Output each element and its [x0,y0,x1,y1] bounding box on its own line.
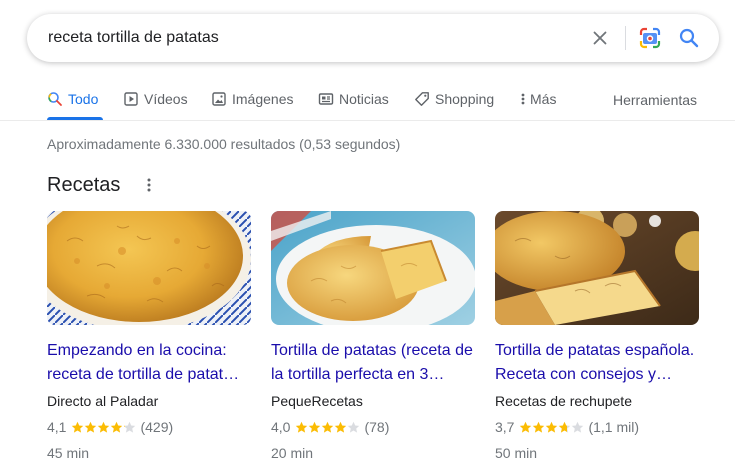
star-icon [559,421,571,433]
search-input[interactable]: receta tortilla de patatas [48,29,219,47]
more-options-icon[interactable] [143,177,155,193]
tab-shopping[interactable]: Shopping [414,91,494,107]
image-icon [212,92,226,106]
recipes-heading: Recetas [47,174,121,196]
star-icon [98,421,110,433]
recipe-rating: 4,0 (78) [271,417,475,437]
tab-label: Imágenes [232,91,294,107]
review-count: (1,1 mil) [588,419,640,435]
more-vert-icon [521,93,525,105]
recipe-card[interactable]: Tortilla de patatas (receta de la tortil… [271,211,475,463]
rating-stars [295,421,360,434]
recipe-image[interactable] [271,211,475,325]
video-icon [124,92,138,106]
tab-imagenes[interactable]: Imágenes [211,91,293,107]
tools-button[interactable]: Herramientas [613,92,697,108]
rating-stars [71,421,136,434]
tab-label: Más [530,91,557,107]
tab-label: Todo [68,91,99,107]
star-icon [72,421,84,433]
star-icon [309,421,321,433]
camera-lens-icon[interactable] [638,26,662,50]
close-icon[interactable] [589,27,611,49]
review-count: (429) [140,419,174,435]
recipe-source: Recetas de rechupete [495,393,632,409]
star-icon [85,421,97,433]
star-icon [348,421,360,433]
star-icon [124,421,136,433]
rating-stars [519,421,584,434]
recipe-time: 50 min [495,445,538,461]
search-icon [48,92,62,106]
star-icon [322,421,334,433]
tab-noticias[interactable]: Noticias [318,91,389,107]
star-icon [546,421,558,433]
recipe-time: 45 min [47,445,90,461]
recipe-title-link[interactable]: Tortilla de patatas (receta de la tortil… [271,339,475,387]
tab-videos[interactable]: Vídeos [123,91,188,107]
recipe-rating: 3,7 (1,1 mil) [495,417,699,437]
tab-label: Vídeos [144,91,188,107]
recipe-rating: 4,1 (429) [47,417,251,437]
search-bar: receta tortilla de patatas [27,14,719,62]
divider [0,120,735,121]
star-icon [520,421,532,433]
result-stats: Aproximadamente 6.330.000 resultados (0,… [47,136,401,152]
star-icon [335,421,347,433]
review-count: (78) [364,419,390,435]
star-icon [296,421,308,433]
tab-mas[interactable]: Más [519,91,556,107]
recipe-card[interactable]: Empezando en la cocina: receta de tortil… [47,211,251,463]
recipe-image[interactable] [495,211,699,325]
recipe-card[interactable]: Tortilla de patatas española. Receta con… [495,211,699,463]
star-icon [111,421,123,433]
recipe-title-link[interactable]: Tortilla de patatas española. Receta con… [495,339,699,387]
recipe-title-link[interactable]: Empezando en la cocina: receta de tortil… [47,339,251,387]
star-icon [533,421,545,433]
star-icon [572,421,584,433]
tab-label: Shopping [435,91,495,107]
tag-icon [415,92,429,106]
search-icon[interactable] [677,26,701,50]
tab-label: Noticias [339,91,389,107]
recipe-source: PequeRecetas [271,393,363,409]
rating-value: 4,0 [271,419,291,435]
tab-todo[interactable]: Todo [47,91,98,107]
rating-value: 3,7 [495,419,515,435]
rating-value: 4,1 [47,419,67,435]
recipe-source: Directo al Paladar [47,393,159,409]
divider [625,26,626,50]
recipe-time: 20 min [271,445,314,461]
news-icon [318,93,334,105]
recipe-image[interactable] [47,211,251,325]
